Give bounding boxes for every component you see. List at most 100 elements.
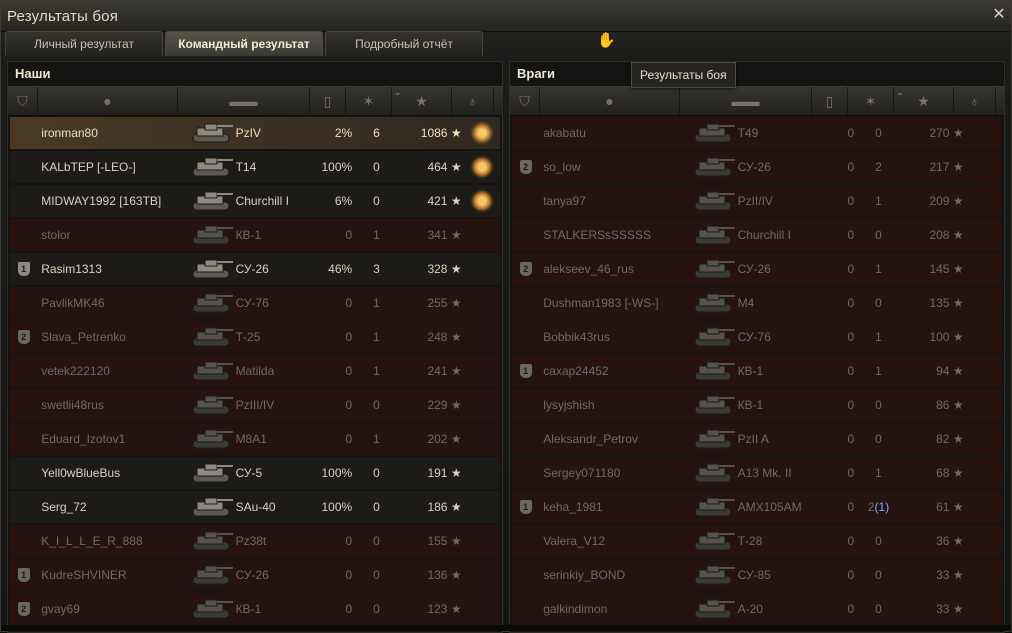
player-name: tanya97 <box>543 194 586 208</box>
xp-star-icon: ★ <box>450 466 462 480</box>
titlebar[interactable]: Результаты боя ✕ <box>1 1 1011 32</box>
xp-star-icon: ★ <box>952 126 964 140</box>
xp-value: 86 <box>936 398 950 412</box>
xp-star-icon[interactable]: ⌄ ★ <box>894 87 954 115</box>
enemy-player-row[interactable]: 1 caxap24452 КВ-1 0 1 94 ★ <box>512 355 1002 387</box>
our-player-row[interactable]: K_I_L_L_E_R_888 Pz38t 0 0 155 ★ <box>10 525 500 557</box>
our-team-rows: ironman80 PzIV 2% 6 1086 ★ KALbTEP [-LEO-] T14 1… <box>8 116 502 625</box>
enemy-player-row[interactable]: lysyjshish КВ-1 0 0 86 ★ <box>512 389 1002 421</box>
medal-icon[interactable] <box>472 192 491 210</box>
enemy-team-title: Враги <box>517 66 555 81</box>
tank-icon <box>689 527 738 555</box>
our-player-row[interactable]: stolor КВ-1 0 1 341 ★ <box>10 219 500 251</box>
enemy-player-row[interactable]: tanya97 PzII/IV 0 1 209 ★ <box>512 185 1002 217</box>
damage-value: 100% <box>321 500 353 514</box>
tab-detailed-report[interactable]: Подробный отчёт <box>325 31 483 56</box>
kills-value: 1 <box>354 432 399 446</box>
xp-star-icon: ★ <box>450 364 462 378</box>
medal-icon[interactable] <box>472 124 491 142</box>
our-player-row[interactable]: MIDWAY1992 [163TB] Churchill I 6% 0 421 ★ <box>10 185 500 217</box>
tab-personal-result[interactable]: Личный результат <box>5 31 163 56</box>
kills-value: 0 <box>354 534 399 548</box>
shield-icon[interactable]: ⛉ <box>510 87 540 115</box>
kills-value: 2(1) <box>856 500 901 514</box>
damage-icon[interactable]: ▯ <box>310 87 346 115</box>
our-player-row[interactable]: 2 gvay69 КВ-1 0 0 123 ★ <box>10 593 500 625</box>
tank-name: T14 <box>235 160 257 174</box>
player-icon[interactable]: ● <box>38 87 178 115</box>
kills-count: 1 <box>373 364 380 378</box>
kills-value: 1 <box>856 330 901 344</box>
our-player-row[interactable]: vetek222120 Matilda 0 1 241 ★ <box>10 355 500 387</box>
shield-icon[interactable]: ⛉ <box>8 87 38 115</box>
xp-value: 421 <box>427 194 448 208</box>
player-name: keha_1981 <box>543 500 603 514</box>
xp-star-icon: ★ <box>952 602 964 616</box>
damage-value: 0 <box>847 500 855 514</box>
player-name: Sergey071180 <box>543 466 621 480</box>
tank-icon[interactable]: ▬▬ <box>178 87 310 115</box>
enemy-player-row[interactable]: Valera_V12 Т-28 0 0 36 ★ <box>512 525 1002 557</box>
our-player-row[interactable]: PavlikMK46 СУ-76 0 1 255 ★ <box>10 287 500 319</box>
our-player-row[interactable]: Serg_72 SAu-40 100% 0 186 ★ <box>10 491 500 523</box>
tank-icon[interactable]: ▬▬ <box>680 87 812 115</box>
tank-name: Pz38t <box>235 534 267 548</box>
our-player-row[interactable]: 2 Slava_Petrenko Т-25 0 1 248 ★ <box>10 321 500 353</box>
our-player-row[interactable]: KALbTEP [-LEO-] T14 100% 0 464 ★ <box>10 151 500 183</box>
our-player-row[interactable]: ironman80 PzIV 2% 6 1086 ★ <box>10 117 500 149</box>
tank-name: Churchill I <box>737 228 791 242</box>
tank-icon <box>689 221 738 249</box>
tab-team-result[interactable]: Командный результат <box>165 31 323 56</box>
tank-icon <box>187 255 236 283</box>
kills-count: 1 <box>373 330 380 344</box>
kills-value: 0 <box>856 296 901 310</box>
kills-value: 0 <box>856 602 901 616</box>
kills-value: 1 <box>354 330 399 344</box>
our-player-row[interactable]: 1 Rasim1313 СУ-26 46% 3 328 ★ <box>10 253 500 285</box>
tank-name: СУ-76 <box>235 296 269 310</box>
damage-value: 0 <box>847 534 855 548</box>
kills-count: 0 <box>373 602 380 616</box>
kills-count: 1 <box>875 262 882 276</box>
kills-count: 0 <box>875 126 882 140</box>
enemy-player-row[interactable]: Bobbik43rus СУ-76 0 1 100 ★ <box>512 321 1002 353</box>
tank-name: СУ-26 <box>235 568 269 582</box>
kills-icon[interactable]: ✶ <box>346 87 392 115</box>
xp-star-icon[interactable]: ⌄ ★ <box>392 87 452 115</box>
tank-name: Т-28 <box>737 534 763 548</box>
kills-icon[interactable]: ✶ <box>848 87 894 115</box>
player-name: Aleksandr_Petrov <box>543 432 638 446</box>
xp-star-icon: ★ <box>450 262 462 276</box>
enemy-player-row[interactable]: akabatu T49 0 0 270 ★ <box>512 117 1002 149</box>
kills-count: 0 <box>875 568 882 582</box>
enemy-player-row[interactable]: 2 alekseev_46_rus СУ-26 0 1 145 ★ <box>512 253 1002 285</box>
xp-star-icon: ★ <box>952 568 964 582</box>
medal-icon[interactable]: ♁ <box>954 87 996 115</box>
damage-value: 0 <box>847 398 855 412</box>
damage-value: 0 <box>847 228 855 242</box>
our-player-row[interactable]: Eduard_Izotov1 M8A1 0 1 202 ★ <box>10 423 500 455</box>
player-name: Serg_72 <box>41 500 87 514</box>
enemy-player-row[interactable]: 1 keha_1981 AMX105AM 0 2(1) 61 ★ <box>512 491 1002 523</box>
close-icon[interactable]: ✕ <box>991 7 1007 23</box>
kills-count: 0 <box>373 160 380 174</box>
player-icon[interactable]: ● <box>540 87 680 115</box>
damage-icon[interactable]: ▯ <box>812 87 848 115</box>
enemy-player-row[interactable]: galkindimon А-20 0 0 33 ★ <box>512 593 1002 625</box>
player-name: KALbTEP [-LEO-] <box>41 160 136 174</box>
enemy-player-row[interactable]: 2 so_low СУ-26 0 2 217 ★ <box>512 151 1002 183</box>
xp-star-icon: ★ <box>450 432 462 446</box>
tank-icon <box>689 289 738 317</box>
enemy-player-row[interactable]: Aleksandr_Petrov PzII A 0 0 82 ★ <box>512 423 1002 455</box>
our-player-row[interactable]: 1 KudreSHVINER СУ-26 0 0 136 ★ <box>10 559 500 591</box>
our-player-row[interactable]: swetlii48rus PzIII/IV 0 0 229 ★ <box>10 389 500 421</box>
medal-icon[interactable]: ♁ <box>452 87 494 115</box>
our-player-row[interactable]: Yell0wBlueBus СУ-5 100% 0 191 ★ <box>10 457 500 489</box>
tank-icon <box>187 323 236 351</box>
medal-icon[interactable] <box>472 158 491 176</box>
enemy-player-row[interactable]: Dushman1983 [-WS-] M4 0 0 135 ★ <box>512 287 1002 319</box>
enemy-player-row[interactable]: Sergey071180 A13 Mk. II 0 1 68 ★ <box>512 457 1002 489</box>
damage-value: 0 <box>847 296 855 310</box>
enemy-player-row[interactable]: serinkiy_BOND СУ-85 0 0 33 ★ <box>512 559 1002 591</box>
enemy-player-row[interactable]: STALKERSsSSSSS Churchill I 0 0 208 ★ <box>512 219 1002 251</box>
